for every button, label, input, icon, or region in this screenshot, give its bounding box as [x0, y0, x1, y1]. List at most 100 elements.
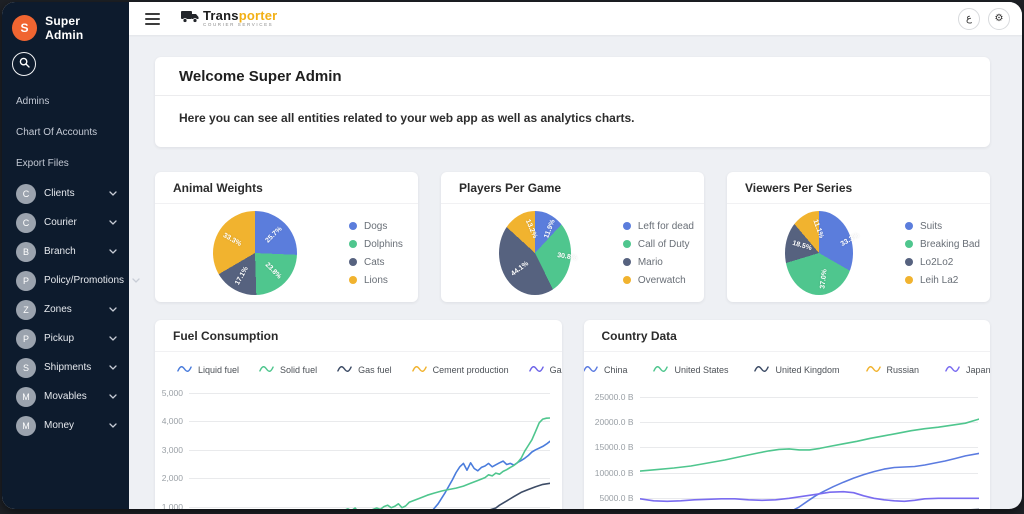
pie-datalabel: 11.9%: [544, 218, 558, 239]
pie-legend: Dogs Dolphins Cats Lions: [349, 221, 403, 286]
legend-dot: [623, 258, 631, 266]
line-series-icon: [584, 361, 598, 379]
pie-datalabel: 11.1%: [811, 218, 824, 239]
legend-item[interactable]: United Kingdom: [754, 361, 839, 379]
sidebar-item-movables[interactable]: MMovables: [2, 382, 129, 411]
legend-item[interactable]: Dogs: [349, 221, 403, 232]
pie-chart[interactable]: 33.3%37.0%18.5%11.1%: [785, 211, 853, 295]
sidebar-item-clients[interactable]: CClients: [2, 179, 129, 208]
y-tick-label: 2,000: [162, 473, 183, 483]
legend-dot: [349, 276, 357, 284]
pie-chart[interactable]: 25.7%23.8%17.1%33.3%: [213, 211, 297, 295]
legend-dot: [349, 240, 357, 248]
legend-dot: [905, 276, 913, 284]
legend-dot: [349, 258, 357, 266]
chevron-down-icon: [109, 307, 117, 312]
pie-chart[interactable]: 11.9%30.8%44.1%13.2%: [499, 211, 571, 295]
pie-datalabel: 44.1%: [510, 260, 530, 278]
legend-item[interactable]: Solid fuel: [259, 361, 317, 379]
chart-title: Fuel Consumption: [155, 320, 562, 352]
chevron-down-icon: [109, 423, 117, 428]
legend-item[interactable]: Cement production: [412, 361, 509, 379]
legend-dot: [905, 258, 913, 266]
sidebar-item-courier[interactable]: CCourier: [2, 208, 129, 237]
legend-item[interactable]: Mario: [623, 257, 694, 268]
country-data-card: Country Data China United States United Ki…: [584, 320, 991, 509]
app-window: S Super Admin Admins Chart Of Accounts E…: [2, 2, 1022, 509]
menu-toggle-icon[interactable]: [143, 9, 162, 29]
group-initial-icon: Z: [16, 300, 36, 320]
logo-subtitle: COURIER SERVICES: [203, 23, 277, 28]
legend-item[interactable]: Russian: [866, 361, 920, 379]
y-tick-label: 25000.0 B: [595, 392, 634, 402]
legend-item[interactable]: Liquid fuel: [177, 361, 239, 379]
legend-item[interactable]: China: [584, 361, 628, 379]
dashboard-content: Welcome Super Admin Here you can see all…: [129, 35, 1022, 509]
chart-title: Animal Weights: [155, 172, 418, 204]
settings-button[interactable]: ⚙: [988, 8, 1010, 30]
y-tick-label: 10000.0 B: [595, 468, 634, 478]
legend-item[interactable]: Cats: [349, 257, 403, 268]
legend-item[interactable]: Suits: [905, 221, 980, 232]
pie-chart-row: Animal Weights 25.7%23.8%17.1%33.3%DogsD…: [155, 172, 990, 302]
players-per-game-card: Players Per Game 11.9%30.8%44.1%13.2%Lef…: [441, 172, 704, 302]
legend-item[interactable]: Gas flarinl: [529, 361, 562, 379]
group-initial-icon: P: [16, 271, 36, 291]
legend-dot: [623, 222, 631, 230]
line-series-icon: [754, 361, 769, 379]
legend-dot: [623, 276, 631, 284]
sidebar-item-money[interactable]: MMoney: [2, 411, 129, 440]
chart-title: Viewers Per Series: [727, 172, 990, 204]
pie-datalabel: 23.8%: [264, 262, 283, 281]
language-button[interactable]: ع: [958, 8, 980, 30]
gear-icon: ⚙: [995, 13, 1004, 24]
chart-title: Players Per Game: [441, 172, 704, 204]
pie-datalabel: 33.3%: [222, 232, 243, 248]
y-tick-label: 5,000: [162, 388, 183, 398]
pie-datalabel: 37.0%: [819, 269, 828, 290]
sidebar-brand: S Super Admin: [2, 9, 129, 46]
line-series-svg: [189, 385, 550, 509]
pie-datalabel: 33.3%: [839, 232, 860, 248]
sidebar-item-policy-promotions[interactable]: PPolicy/Promotions: [2, 266, 129, 295]
chart-title: Country Data: [584, 320, 991, 352]
pie-datalabel: 18.5%: [792, 239, 813, 251]
logo-wordmark: Transporter: [203, 9, 277, 22]
legend-item[interactable]: Leih La2: [905, 275, 980, 286]
sidebar-item-chart-of-accounts[interactable]: Chart Of Accounts: [2, 117, 129, 148]
sidebar-item-branch[interactable]: BBranch: [2, 237, 129, 266]
group-initial-icon: P: [16, 329, 36, 349]
pie-datalabel: 25.7%: [264, 226, 283, 245]
viewers-per-series-card: Viewers Per Series 33.3% 37.0% 18.5%11.1% S…: [727, 172, 990, 302]
sidebar-groups: CClientsCCourierBBranchPPolicy/Promotion…: [2, 179, 129, 440]
legend-item[interactable]: Dolphins: [349, 239, 403, 250]
line-series-icon: [866, 361, 881, 379]
sidebar-item-pickup[interactable]: PPickup: [2, 324, 129, 353]
sidebar-item-zones[interactable]: ZZones: [2, 295, 129, 324]
search-button[interactable]: [12, 52, 36, 76]
sidebar-item-export-files[interactable]: Export Files: [2, 148, 129, 179]
legend-item[interactable]: Japan: [945, 361, 990, 379]
legend-item[interactable]: Gas fuel: [337, 361, 392, 379]
legend-item[interactable]: Left for dead: [623, 221, 694, 232]
app-logo[interactable]: Transporter COURIER SERVICES: [180, 9, 277, 29]
chevron-down-icon: [109, 220, 117, 225]
y-tick-label: 20000.0 B: [595, 417, 634, 427]
sidebar-item-admins[interactable]: Admins: [2, 86, 129, 117]
legend-item[interactable]: Call of Duty: [623, 239, 694, 250]
legend-dot: [349, 222, 357, 230]
pie-datalabel: 13.2%: [523, 219, 537, 240]
legend-item[interactable]: Overwatch: [623, 275, 694, 286]
legend-item[interactable]: Breaking Bad: [905, 239, 980, 250]
chevron-down-icon: [109, 249, 117, 254]
page-title: Welcome Super Admin: [155, 57, 990, 96]
group-initial-icon: M: [16, 416, 36, 436]
welcome-card: Welcome Super Admin Here you can see all…: [155, 57, 990, 147]
legend-item[interactable]: Lo2Lo2: [905, 257, 980, 268]
sidebar-item-shipments[interactable]: SShipments: [2, 353, 129, 382]
legend-item[interactable]: United States: [653, 361, 728, 379]
topbar: Transporter COURIER SERVICES ع ⚙: [129, 2, 1022, 35]
group-initial-icon: C: [16, 213, 36, 233]
legend-item[interactable]: Lions: [349, 275, 403, 286]
group-initial-icon: C: [16, 184, 36, 204]
